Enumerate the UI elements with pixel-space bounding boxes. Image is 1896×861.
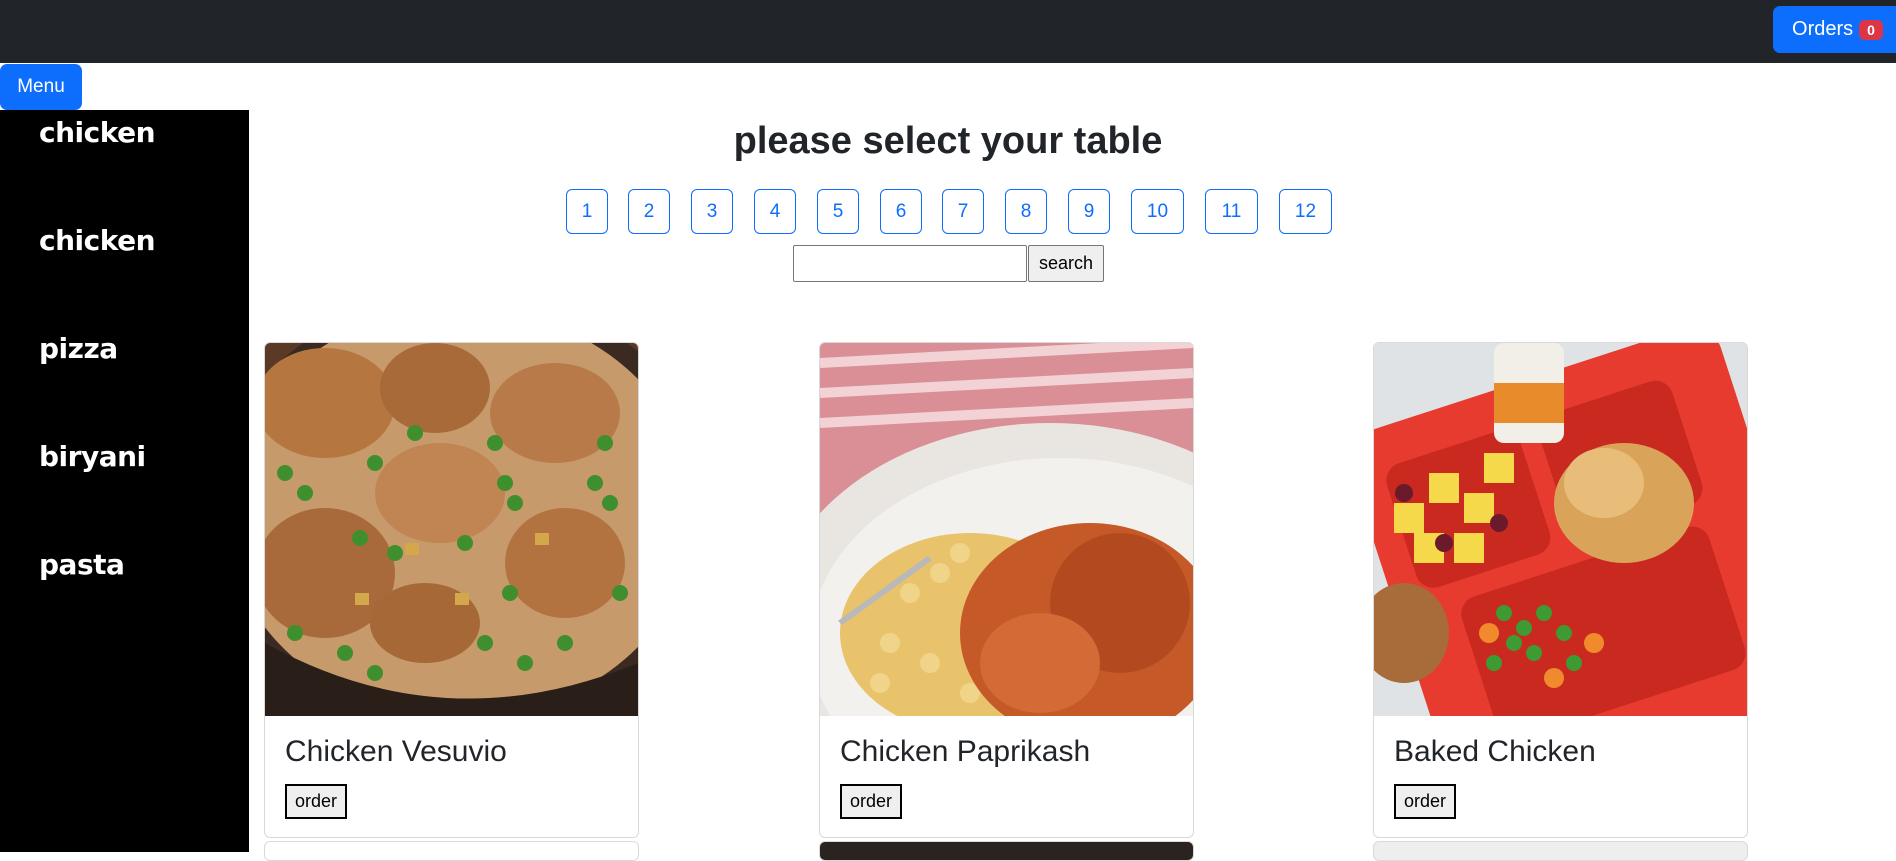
food-card-baked-chicken: Baked Chicken order — [1373, 342, 1748, 838]
search-input[interactable] — [793, 245, 1027, 282]
table-button-3[interactable]: 3 — [691, 189, 733, 234]
page-title: please select your table — [733, 120, 1163, 162]
table-button-6[interactable]: 6 — [880, 189, 922, 234]
table-button-12[interactable]: 12 — [1279, 189, 1332, 234]
food-card-title: Chicken Paprikash — [840, 735, 1091, 768]
top-navbar — [0, 0, 1896, 63]
baked-chicken-image — [1374, 343, 1747, 716]
food-card-next-2 — [819, 841, 1194, 861]
chicken-vesuvio-image — [265, 343, 638, 716]
table-button-7[interactable]: 7 — [942, 189, 984, 234]
sidebar-item-pizza[interactable]: pizza — [39, 332, 118, 365]
table-button-1[interactable]: 1 — [566, 189, 608, 234]
order-button[interactable]: order — [1394, 784, 1457, 819]
menu-button[interactable]: Menu — [0, 64, 82, 110]
orders-label: Orders — [1792, 18, 1854, 40]
orders-button[interactable]: Orders 0 — [1773, 6, 1896, 53]
table-button-5[interactable]: 5 — [817, 189, 859, 234]
food-card-title: Chicken Vesuvio — [285, 735, 507, 768]
table-button-8[interactable]: 8 — [1005, 189, 1047, 234]
food-card-chicken-vesuvio: Chicken Vesuvio order — [264, 342, 639, 838]
order-button[interactable]: order — [840, 784, 903, 819]
sidebar-item-chicken-2[interactable]: chicken — [39, 224, 156, 257]
sidebar-item-pasta[interactable]: pasta — [39, 548, 125, 581]
food-card-title: Baked Chicken — [1394, 735, 1596, 768]
table-button-10[interactable]: 10 — [1131, 189, 1184, 234]
sidebar-item-chicken[interactable]: chicken — [39, 116, 156, 149]
food-card-next-1 — [264, 841, 639, 861]
food-card-chicken-paprikash: Chicken Paprikash order — [819, 342, 1194, 838]
chicken-paprikash-image — [820, 343, 1193, 716]
table-button-11[interactable]: 11 — [1205, 189, 1258, 234]
search-button[interactable]: search — [1028, 245, 1104, 282]
order-button[interactable]: order — [285, 784, 348, 819]
table-button-4[interactable]: 4 — [754, 189, 796, 234]
sidebar: chicken chicken pizza biryani pasta — [0, 110, 249, 852]
food-card-next-3 — [1373, 841, 1748, 861]
table-button-9[interactable]: 9 — [1068, 189, 1110, 234]
table-button-2[interactable]: 2 — [628, 189, 670, 234]
sidebar-item-biryani[interactable]: biryani — [39, 440, 146, 473]
orders-count-badge: 0 — [1859, 19, 1883, 40]
